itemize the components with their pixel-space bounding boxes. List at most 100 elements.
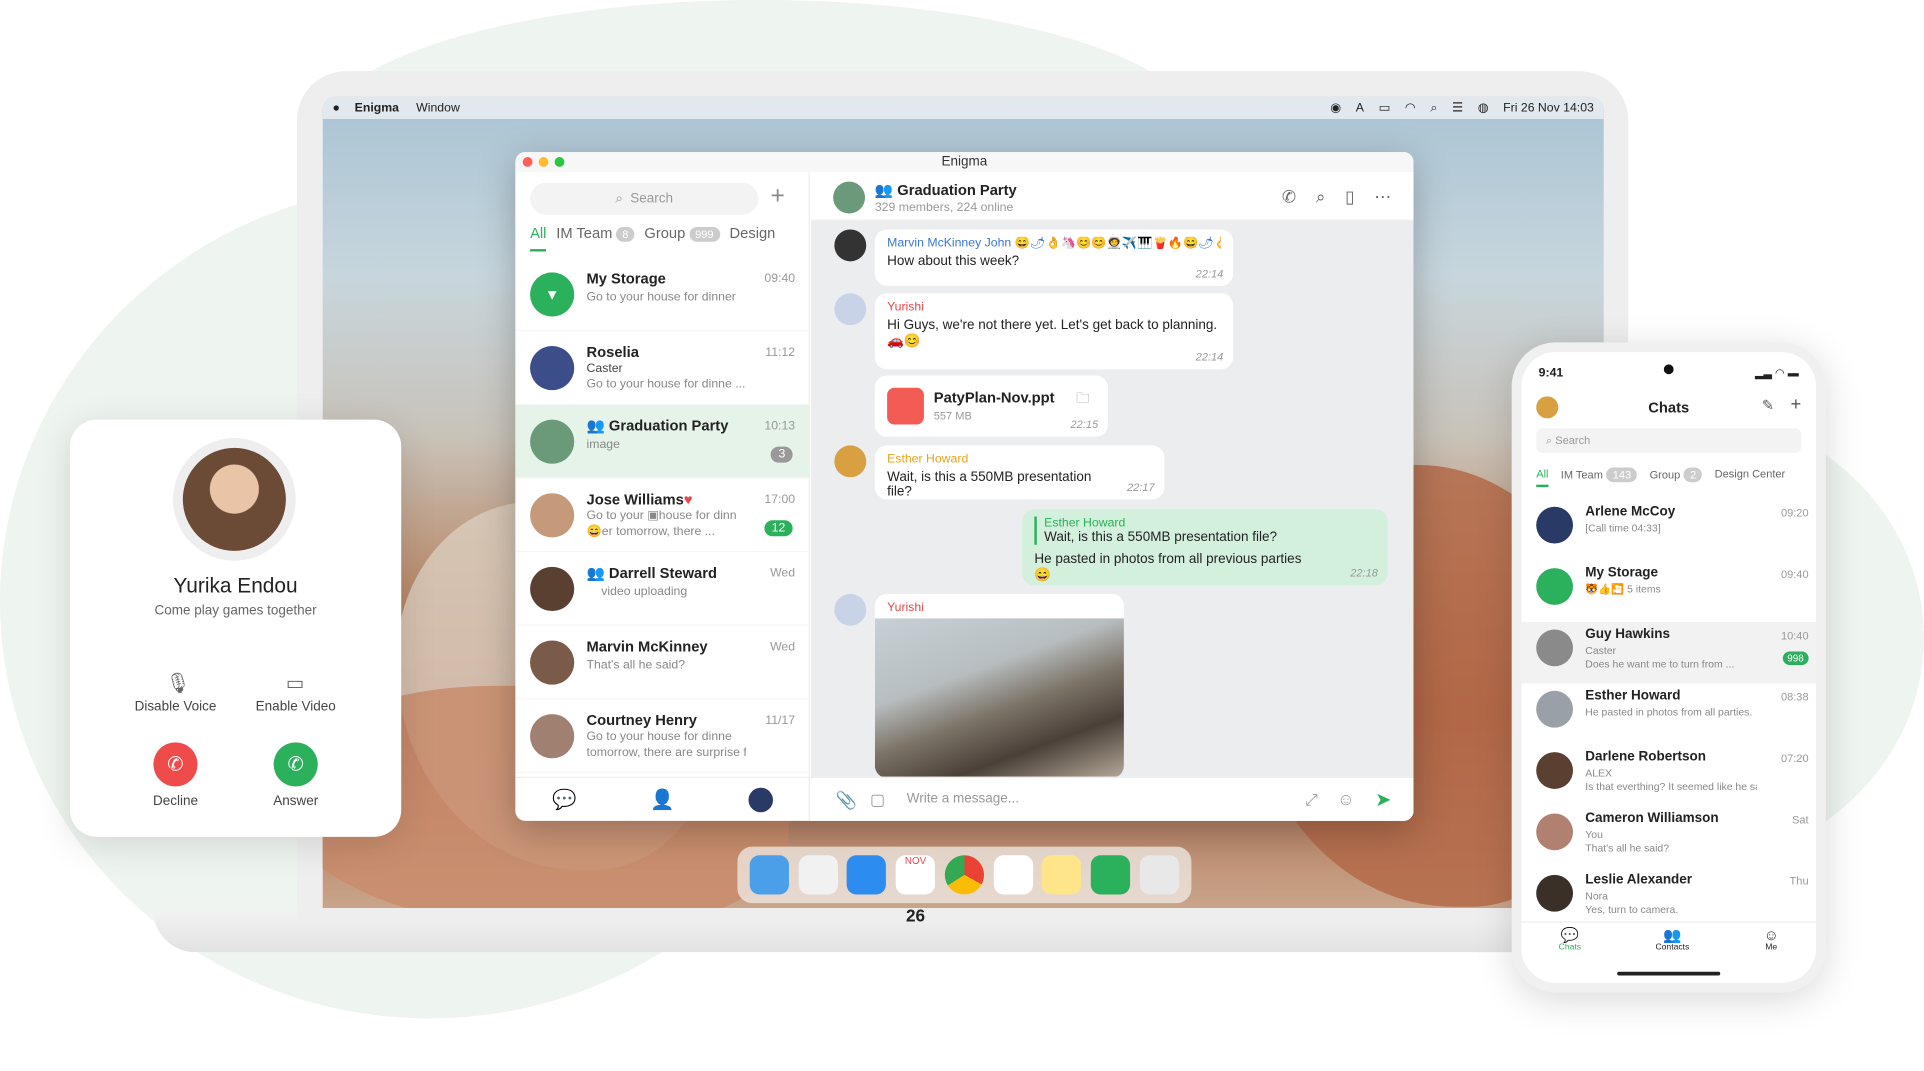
phone-nav-chats[interactable]: 💬 Chats xyxy=(1559,923,1581,959)
phone-chat-item[interactable]: My Storage 09:40 🐯👍🎦 5 items xyxy=(1521,561,1815,622)
bookmark-icon xyxy=(1536,568,1574,605)
menubar-window[interactable]: Window xyxy=(416,101,460,114)
home-indicator xyxy=(1617,971,1721,976)
chat-item[interactable]: Jose Williams♥ 17:00 Go to your ▣house fo… xyxy=(515,479,810,553)
phone-icon: ✆ xyxy=(287,754,304,776)
tab-all[interactable]: All xyxy=(1536,467,1549,488)
profile-avatar[interactable] xyxy=(748,787,773,812)
phone-nav-me[interactable]: ☺ Me xyxy=(1764,923,1779,959)
more-icon[interactable]: ⋯ xyxy=(1374,187,1391,208)
tab-design-center[interactable]: Design Center xyxy=(1715,467,1786,487)
outgoing-message[interactable]: Esther Howard Wait, is this a 550MB pres… xyxy=(1022,509,1388,586)
tab-group[interactable]: Group 999 xyxy=(644,225,720,252)
group-avatar[interactable] xyxy=(833,181,866,214)
calendar-icon[interactable]: NOV 26 xyxy=(895,855,936,925)
chat-item[interactable]: 👥 Darrell Steward Wed video uploading xyxy=(515,552,810,626)
phone-tabs: All IM Team 143 Group 2 Design Center xyxy=(1536,467,1786,488)
trash-icon[interactable] xyxy=(1139,855,1180,895)
phone-chat-item[interactable]: Arlene McCoy 09:20 [Call time 04:33] xyxy=(1521,499,1815,560)
dock: NOV 26 xyxy=(737,846,1192,925)
tab-im-team[interactable]: IM Team 143 xyxy=(1561,467,1638,487)
folder-icon[interactable]: 🗀 xyxy=(1076,388,1089,411)
zoom-window-button[interactable] xyxy=(554,157,565,167)
siri-icon[interactable]: ◍ xyxy=(1478,101,1489,114)
close-window-button[interactable] xyxy=(522,157,533,167)
sidebar-toggle-icon[interactable]: ▯ xyxy=(1345,187,1354,208)
minimize-window-button[interactable] xyxy=(538,157,549,167)
chat-item[interactable]: 👥 Graduation Party 10:13 image 3 xyxy=(515,404,810,479)
phone-chat-item[interactable]: Darlene Robertson 07:20 ALEX Is that everth… xyxy=(1521,745,1815,806)
message-bubble[interactable]: Yurishi Hi Guys, we're not there yet. Le… xyxy=(874,293,1234,370)
phone-nav-contacts[interactable]: 👥 Contacts xyxy=(1655,923,1689,959)
chat-item[interactable]: Marvin McKinney Wed That's all he said? xyxy=(515,626,810,700)
tab-im-team[interactable]: IM Team 8 xyxy=(556,225,635,252)
mobile-phone: 9:41 ▂▃ ◠ ▬ Chats ✎ + ⌕ Search All IM Te… xyxy=(1511,342,1826,993)
quoted-reply: Esther Howard Wait, is this a 550MB pres… xyxy=(1034,516,1375,545)
reminders-icon[interactable] xyxy=(993,855,1033,895)
avatar xyxy=(530,566,575,612)
avatar xyxy=(1536,813,1574,851)
beach-photo[interactable] xyxy=(874,618,1124,778)
control-center-icon[interactable]: ☰ xyxy=(1452,101,1463,114)
microphone-icon[interactable]: 🎙 xyxy=(166,671,191,696)
search-icon[interactable]: ⌕ xyxy=(1316,187,1326,208)
message-bubble[interactable]: Esther Howard Wait, is this a 550MB pres… xyxy=(874,445,1165,500)
tab-design[interactable]: Design xyxy=(730,225,776,252)
avatar[interactable] xyxy=(834,593,867,626)
avatar[interactable] xyxy=(834,445,867,478)
keyboard-icon[interactable]: A xyxy=(1356,101,1364,114)
sticker-icon[interactable]: ▢ xyxy=(870,790,885,810)
decline-button[interactable]: ✆ xyxy=(153,742,198,787)
avatar[interactable] xyxy=(834,293,867,326)
avatar xyxy=(530,493,575,538)
video-off-icon[interactable]: ▭ xyxy=(286,671,305,696)
chat-item[interactable]: Courtney Henry 11/17 Go to your house for… xyxy=(515,699,810,774)
contacts-icon[interactable]: 👤 xyxy=(650,787,674,812)
battery-icon[interactable]: ▭ xyxy=(1379,101,1391,114)
chat-item[interactable]: Roselia 11:12 Caster Go to your house for… xyxy=(515,331,810,405)
compose-icon[interactable]: ✎ xyxy=(1762,396,1774,413)
phone-search-input[interactable]: ⌕ Search xyxy=(1536,428,1802,453)
spotlight-icon[interactable]: ⌕ xyxy=(1430,101,1437,114)
chat-list: ▼ My Storage 09:40 Go to your house for d… xyxy=(515,258,810,774)
avatar xyxy=(1536,752,1574,789)
expand-icon[interactable]: ⤢ xyxy=(1305,790,1318,810)
apple-icon[interactable]: ● xyxy=(333,101,340,114)
launchpad-icon[interactable] xyxy=(798,855,838,895)
send-icon[interactable]: ➤ xyxy=(1375,788,1391,813)
attach-icon[interactable]: 📎 xyxy=(836,790,857,811)
tab-all[interactable]: All xyxy=(530,225,547,252)
menubar-clock[interactable]: Fri 26 Nov 14:03 xyxy=(1503,101,1594,114)
image-message[interactable]: Yurishi xyxy=(874,593,1124,778)
bottom-nav: 💬 👤 xyxy=(515,776,810,821)
disable-voice-button[interactable]: Disable Voice xyxy=(120,699,230,714)
wifi-icon[interactable]: ◠ xyxy=(1405,101,1416,114)
phone-chat-item[interactable]: Guy Hawkins 10:40 Caster Does he want me to… xyxy=(1521,622,1816,684)
file-attachment[interactable]: PatyPlan-Nov.ppt 557 MB 🗀 22:15 xyxy=(874,375,1108,437)
app-store-icon[interactable] xyxy=(847,855,887,895)
message-bubble[interactable]: Marvin McKinney John 😄🌶👌🦄😊😊🧑‍🚀✈️🎹🍟🔥😄🌶👌🧑‍… xyxy=(874,229,1234,286)
phone-icon[interactable]: ✆ xyxy=(1282,187,1296,208)
phone-chat-item[interactable]: Cameron Williamson Sat You That's all he sa… xyxy=(1521,806,1815,867)
chrome-icon[interactable] xyxy=(944,855,984,895)
answer-button[interactable]: ✆ xyxy=(273,742,318,787)
message-input[interactable]: Write a message... xyxy=(907,791,1019,806)
app-status-icon[interactable]: ◉ xyxy=(1330,101,1341,114)
avatar[interactable] xyxy=(834,229,867,262)
emoji-icon[interactable]: ☺ xyxy=(1337,789,1355,809)
phone-chat-item[interactable]: Esther Howard 08:38 He pasted in photos fr… xyxy=(1521,683,1815,744)
finder-icon[interactable] xyxy=(749,855,789,895)
decline-label: Decline xyxy=(152,793,198,809)
new-chat-button[interactable]: + xyxy=(771,183,785,210)
plus-icon[interactable]: + xyxy=(1790,394,1801,415)
chat-tabs: All IM Team 8 Group 999 Design xyxy=(530,225,812,252)
menubar-app[interactable]: Enigma xyxy=(355,101,399,114)
enigma-icon[interactable] xyxy=(1091,855,1131,895)
chats-icon[interactable]: 💬 xyxy=(552,787,576,812)
search-input[interactable]: ⌕ Search xyxy=(530,182,759,215)
chat-item[interactable]: ▼ My Storage 09:40 Go to your house for d… xyxy=(515,258,810,332)
notes-icon[interactable] xyxy=(1042,855,1082,895)
tab-group[interactable]: Group 2 xyxy=(1650,467,1703,487)
phone-chat-item[interactable]: Leslie Alexander Thu Nora Yes, turn to came… xyxy=(1521,867,1815,928)
enable-video-button[interactable]: Enable Video xyxy=(240,699,350,714)
